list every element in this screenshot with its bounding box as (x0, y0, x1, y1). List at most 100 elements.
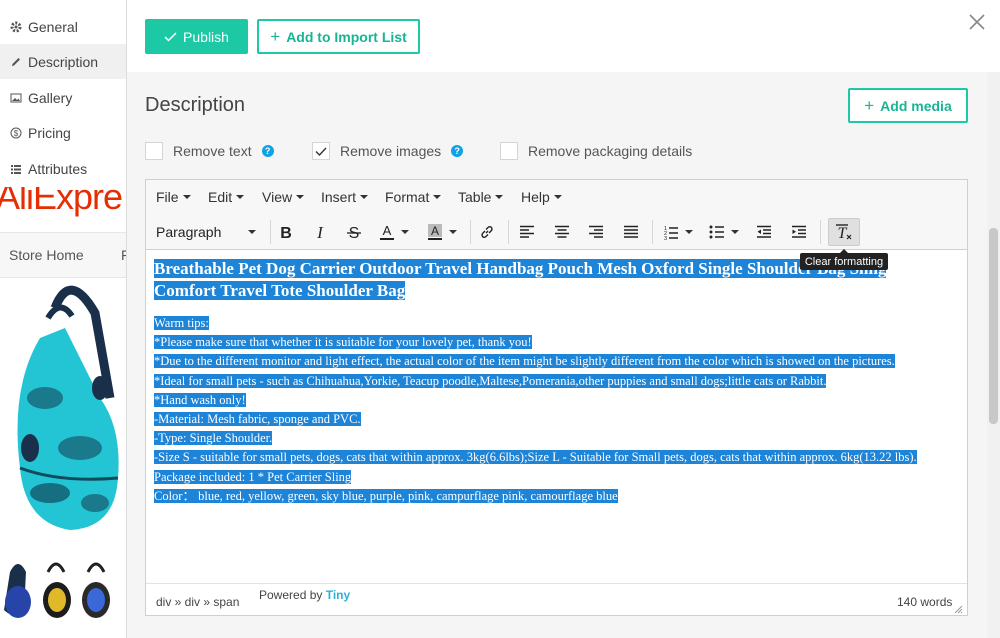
remove-packaging-checkbox[interactable] (500, 142, 518, 160)
tab-gallery[interactable]: Gallery (0, 80, 126, 115)
align-right-icon (589, 225, 603, 238)
align-left-button[interactable] (514, 218, 540, 246)
import-label: Add to Import List (286, 28, 407, 45)
chevron-down-icon (236, 195, 245, 199)
option-label: Remove images (340, 143, 442, 159)
product-edit-modal: Publish + Add to Import List Description… (127, 0, 1000, 638)
menu-table[interactable]: Table (458, 189, 504, 205)
bullet-list-icon (709, 225, 724, 239)
svg-text:B: B (280, 225, 292, 240)
description-line: Color： blue, red, yellow, green, sky blu… (154, 488, 618, 503)
align-justify-button[interactable] (618, 218, 644, 246)
editor-statusbar: div » div » span Powered by Tiny 140 wor… (146, 583, 967, 615)
option-remove-text[interactable]: Remove text ? (145, 141, 274, 161)
image-icon (9, 91, 23, 105)
tab-label: Attributes (28, 160, 88, 177)
tab-label: Description (28, 53, 99, 70)
menu-insert[interactable]: Insert (321, 189, 369, 205)
svg-text:$: $ (14, 129, 19, 138)
tab-pricing[interactable]: $ Pricing (0, 115, 126, 150)
remove-text-checkbox[interactable] (145, 142, 163, 160)
background-color-button[interactable]: A (422, 218, 462, 246)
align-justify-icon (624, 225, 638, 238)
chevron-down-icon (553, 195, 562, 199)
toolbar-separator (270, 220, 271, 244)
block-format-select[interactable]: Paragraph (152, 218, 260, 246)
close-icon[interactable] (965, 10, 989, 34)
tab-attributes[interactable]: Attributes (0, 151, 126, 186)
chevron-down-icon (401, 230, 409, 234)
store-nav: Store Home F (0, 232, 127, 278)
align-left-icon (520, 225, 534, 238)
italic-icon: I (316, 224, 324, 240)
description-line: -Type: Single Shoulder. (154, 431, 273, 446)
menu-label: Table (458, 189, 492, 205)
menu-label: File (156, 189, 179, 205)
add-to-import-list-button[interactable]: + Add to Import List (257, 19, 420, 54)
bold-button[interactable]: B (273, 218, 299, 246)
text-color-button[interactable]: A (374, 218, 414, 246)
menu-help[interactable]: Help (521, 189, 562, 205)
help-icon[interactable]: ? (451, 145, 464, 157)
block-format-value: Paragraph (156, 224, 222, 240)
list-icon (9, 162, 23, 176)
editor-menubar: File Edit View Insert Format Table Help (146, 180, 967, 214)
chevron-down-icon (731, 230, 739, 234)
remove-images-checkbox[interactable] (312, 142, 330, 160)
tab-general[interactable]: General (0, 9, 126, 44)
plus-icon: + (270, 26, 281, 46)
insert-link-button[interactable] (474, 218, 500, 246)
description-line: *Due to the different monitor and light … (154, 354, 895, 369)
indent-button[interactable] (786, 218, 812, 246)
element-path[interactable]: div » div » span (156, 595, 239, 609)
numbered-list-button[interactable]: 123 (658, 218, 698, 246)
word-count: 140 words (897, 595, 953, 609)
outdent-icon (757, 225, 771, 238)
help-icon[interactable]: ? (261, 145, 274, 157)
tab-description[interactable]: Description (0, 44, 126, 79)
description-line: *Hand wash only! (154, 392, 246, 407)
powered-by[interactable]: Powered by Tiny (259, 588, 350, 602)
option-remove-images[interactable]: Remove images ? (312, 141, 464, 161)
svg-text:3: 3 (664, 236, 667, 240)
menu-label: View (262, 189, 293, 205)
italic-button[interactable]: I (307, 218, 333, 246)
option-remove-packaging[interactable]: Remove packaging details (500, 141, 692, 161)
outdent-button[interactable] (751, 218, 777, 246)
add-media-button[interactable]: + Add media (848, 88, 968, 123)
menu-label: Insert (321, 189, 357, 205)
align-right-button[interactable] (583, 218, 609, 246)
checkmark-icon (164, 31, 177, 42)
menu-label: Help (521, 189, 550, 205)
menu-view[interactable]: View (262, 189, 305, 205)
strikethrough-button[interactable]: S (341, 218, 367, 246)
toolbar-separator (508, 220, 509, 244)
menu-edit[interactable]: Edit (208, 189, 245, 205)
rich-text-editor: File Edit View Insert Format Table Help … (145, 179, 968, 616)
svg-text:I: I (316, 224, 324, 240)
checkmark-icon (315, 147, 327, 156)
option-label: Remove packaging details (528, 143, 693, 159)
scrollbar-thumb[interactable] (989, 228, 998, 424)
resize-grip-icon[interactable] (954, 605, 963, 614)
align-center-icon (555, 225, 569, 238)
product-title-text: Breathable Pet Dog Carrier Outdoor Trave… (154, 259, 887, 300)
editor-content[interactable]: Breathable Pet Dog Carrier Outdoor Trave… (154, 258, 964, 578)
publish-label: Publish (183, 28, 229, 45)
chevron-down-icon (182, 195, 191, 199)
modal-header: Publish + Add to Import List (127, 0, 1000, 72)
tab-label: Gallery (28, 89, 73, 106)
clear-formatting-button[interactable]: T (828, 218, 860, 246)
product-image (0, 278, 127, 568)
align-center-button[interactable] (549, 218, 575, 246)
toolbar-separator (652, 220, 653, 244)
publish-button[interactable]: Publish (145, 19, 248, 54)
link-icon (481, 225, 493, 239)
menu-file[interactable]: File (156, 189, 191, 205)
description-line: Package included: 1 * Pet Carrier Sling (154, 469, 352, 484)
bullet-list-button[interactable] (704, 218, 744, 246)
dollar-icon: $ (9, 126, 23, 140)
tab-label: General (28, 18, 78, 35)
tab-menu: General Description Gallery $ Pricing At… (0, 0, 126, 187)
menu-format[interactable]: Format (385, 189, 442, 205)
